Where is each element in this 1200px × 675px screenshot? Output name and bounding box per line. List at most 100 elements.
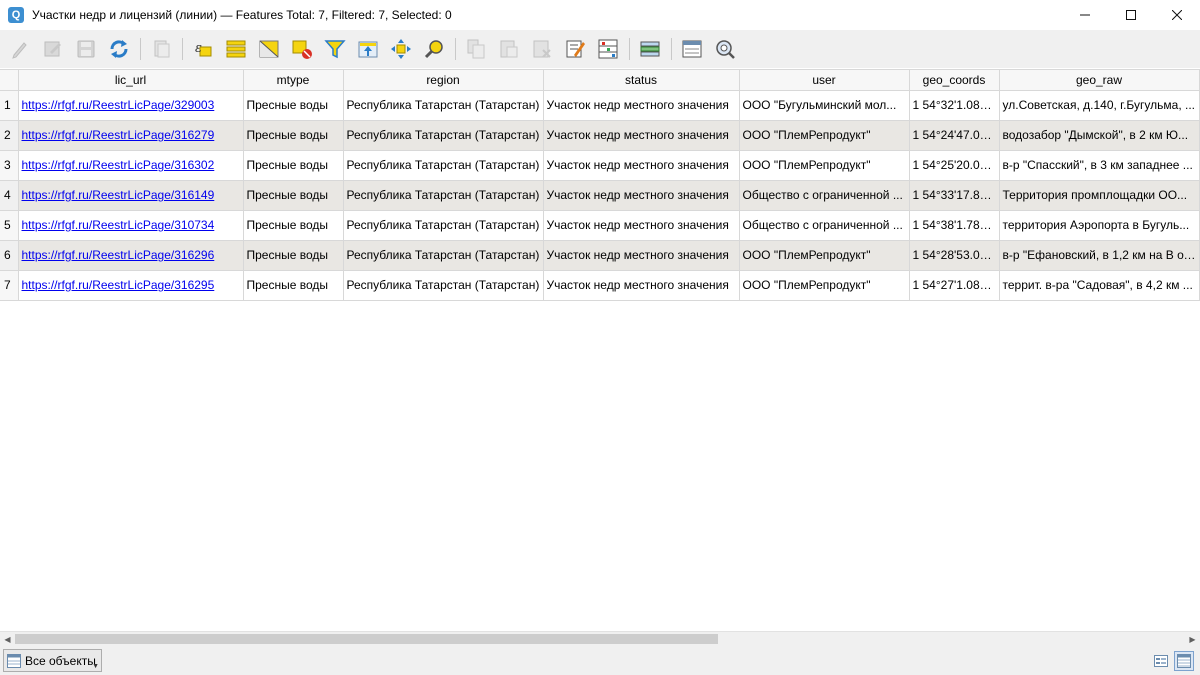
table-row[interactable]: 4 https://rfgf.ru/ReestrLicPage/316149 П… [0, 180, 1200, 211]
cell-region[interactable]: Республика Татарстан (Татарстан) [343, 270, 544, 301]
cell-mtype[interactable]: Пресные воды [243, 180, 344, 211]
field-calculator-icon[interactable] [561, 35, 589, 63]
cell-lic-url[interactable]: https://rfgf.ru/ReestrLicPage/316295 [18, 270, 244, 301]
scroll-right-icon[interactable]: ▶ [1185, 632, 1200, 646]
column-header-user[interactable]: user [739, 70, 910, 91]
cell-geo-raw[interactable]: территория Аэропорта в Бугуль... [999, 210, 1200, 241]
column-header-geo-coords[interactable]: geo_coords [909, 70, 1000, 91]
select-by-expression-icon[interactable]: ε [189, 35, 217, 63]
cell-region[interactable]: Республика Татарстан (Татарстан) [343, 210, 544, 241]
table-row[interactable]: 1 https://rfgf.ru/ReestrLicPage/329003 П… [0, 90, 1200, 121]
table-row[interactable]: 2 https://rfgf.ru/ReestrLicPage/316279 П… [0, 120, 1200, 151]
paste-features-icon[interactable] [495, 35, 523, 63]
cell-geo-coords[interactable]: 1 54°28'53.08... [909, 240, 1000, 271]
cell-user[interactable]: ООО "ПлемРепродукт" [739, 240, 910, 271]
cell-geo-raw[interactable]: в-р "Спасский", в 3 км западнее ... [999, 150, 1200, 181]
column-header-mtype[interactable]: mtype [243, 70, 344, 91]
cell-geo-coords[interactable]: 1 54°38'1.782... [909, 210, 1000, 241]
filter-select-icon[interactable] [321, 35, 349, 63]
row-number[interactable]: 7 [0, 270, 19, 301]
cell-lic-url[interactable]: https://rfgf.ru/ReestrLicPage/329003 [18, 90, 244, 121]
cell-mtype[interactable]: Пресные воды [243, 90, 344, 121]
table-row[interactable]: 7 https://rfgf.ru/ReestrLicPage/316295 П… [0, 270, 1200, 301]
deselect-all-icon[interactable] [288, 35, 316, 63]
feature-filter-button[interactable]: Все объекты ▼ [3, 649, 102, 672]
cell-geo-raw[interactable]: Территория промплощадки ОО... [999, 180, 1200, 211]
cell-geo-coords[interactable]: 1 54°33'17.89... [909, 180, 1000, 211]
save-edits-icon[interactable] [72, 35, 100, 63]
add-feature-icon[interactable] [147, 35, 175, 63]
form-view-icon[interactable] [1151, 651, 1171, 671]
conditional-formatting-icon[interactable] [594, 35, 622, 63]
row-number[interactable]: 1 [0, 90, 19, 121]
close-icon[interactable] [1154, 0, 1200, 30]
cell-geo-coords[interactable]: 1 54°25'20.08... [909, 150, 1000, 181]
cell-status[interactable]: Участок недр местного значения [543, 240, 740, 271]
maximize-icon[interactable] [1108, 0, 1154, 30]
row-number[interactable]: 5 [0, 210, 19, 241]
cell-user[interactable]: ООО "ПлемРепродукт" [739, 150, 910, 181]
table-view-icon[interactable] [1174, 651, 1194, 671]
pan-to-selected-icon[interactable] [387, 35, 415, 63]
cell-mtype[interactable]: Пресные воды [243, 210, 344, 241]
cell-region[interactable]: Республика Татарстан (Татарстан) [343, 90, 544, 121]
cell-geo-coords[interactable]: 1 54°27'1.082... [909, 270, 1000, 301]
toggle-multi-edit-icon[interactable] [39, 35, 67, 63]
cell-geo-raw[interactable]: ул.Советская, д.140, г.Бугульма, ... [999, 90, 1200, 121]
cell-mtype[interactable]: Пресные воды [243, 120, 344, 151]
delete-feature-icon[interactable] [528, 35, 556, 63]
cell-lic-url[interactable]: https://rfgf.ru/ReestrLicPage/316296 [18, 240, 244, 271]
cell-geo-raw[interactable]: водозабор "Дымской", в 2 км Ю... [999, 120, 1200, 151]
cell-user[interactable]: ООО "Бугульминский мол... [739, 90, 910, 121]
cell-status[interactable]: Участок недр местного значения [543, 90, 740, 121]
new-field-icon[interactable] [636, 35, 664, 63]
row-number[interactable]: 6 [0, 240, 19, 271]
actions-icon[interactable] [711, 35, 739, 63]
move-selection-top-icon[interactable] [354, 35, 382, 63]
cell-status[interactable]: Участок недр местного значения [543, 270, 740, 301]
invert-selection-icon[interactable] [255, 35, 283, 63]
cell-region[interactable]: Республика Татарстан (Татарстан) [343, 120, 544, 151]
zoom-to-selected-icon[interactable] [420, 35, 448, 63]
cell-status[interactable]: Участок недр местного значения [543, 180, 740, 211]
cell-geo-coords[interactable]: 1 54°32'1.082... [909, 90, 1000, 121]
row-number[interactable]: 4 [0, 180, 19, 211]
cell-lic-url[interactable]: https://rfgf.ru/ReestrLicPage/316149 [18, 180, 244, 211]
column-header-lic-url[interactable]: lic_url [18, 70, 244, 91]
cell-status[interactable]: Участок недр местного значения [543, 150, 740, 181]
select-all-icon[interactable] [222, 35, 250, 63]
minimize-icon[interactable] [1062, 0, 1108, 30]
cell-user[interactable]: Общество с ограниченной ... [739, 210, 910, 241]
cell-region[interactable]: Республика Татарстан (Татарстан) [343, 150, 544, 181]
toggle-editing-icon[interactable] [6, 35, 34, 63]
cell-user[interactable]: ООО "ПлемРепродукт" [739, 120, 910, 151]
cell-region[interactable]: Республика Татарстан (Татарстан) [343, 240, 544, 271]
cell-status[interactable]: Участок недр местного значения [543, 210, 740, 241]
cell-lic-url[interactable]: https://rfgf.ru/ReestrLicPage/310734 [18, 210, 244, 241]
table-row[interactable]: 6 https://rfgf.ru/ReestrLicPage/316296 П… [0, 240, 1200, 271]
dock-table-icon[interactable] [678, 35, 706, 63]
cell-mtype[interactable]: Пресные воды [243, 240, 344, 271]
cell-user[interactable]: Общество с ограниченной ... [739, 180, 910, 211]
cell-geo-raw[interactable]: в-р "Ефановский, в 1,2 км на В от... [999, 240, 1200, 271]
cell-status[interactable]: Участок недр местного значения [543, 120, 740, 151]
cell-lic-url[interactable]: https://rfgf.ru/ReestrLicPage/316302 [18, 150, 244, 181]
scrollbar-thumb[interactable] [15, 634, 718, 644]
row-number-header[interactable] [0, 70, 19, 91]
cell-geo-raw[interactable]: террит. в-ра "Садовая", в 4,2 км ... [999, 270, 1200, 301]
cell-mtype[interactable]: Пресные воды [243, 270, 344, 301]
row-number[interactable]: 2 [0, 120, 19, 151]
cell-mtype[interactable]: Пресные воды [243, 150, 344, 181]
reload-table-icon[interactable] [105, 35, 133, 63]
cell-region[interactable]: Республика Татарстан (Татарстан) [343, 180, 544, 211]
cell-geo-coords[interactable]: 1 54°24'47.08... [909, 120, 1000, 151]
table-row[interactable]: 5 https://rfgf.ru/ReestrLicPage/310734 П… [0, 210, 1200, 241]
column-header-geo-raw[interactable]: geo_raw [999, 70, 1200, 91]
horizontal-scrollbar[interactable]: ◀ ▶ [0, 631, 1200, 646]
column-header-region[interactable]: region [343, 70, 544, 91]
copy-rows-icon[interactable] [462, 35, 490, 63]
table-row[interactable]: 3 https://rfgf.ru/ReestrLicPage/316302 П… [0, 150, 1200, 181]
cell-lic-url[interactable]: https://rfgf.ru/ReestrLicPage/316279 [18, 120, 244, 151]
scroll-left-icon[interactable]: ◀ [0, 632, 15, 646]
cell-user[interactable]: ООО "ПлемРепродукт" [739, 270, 910, 301]
